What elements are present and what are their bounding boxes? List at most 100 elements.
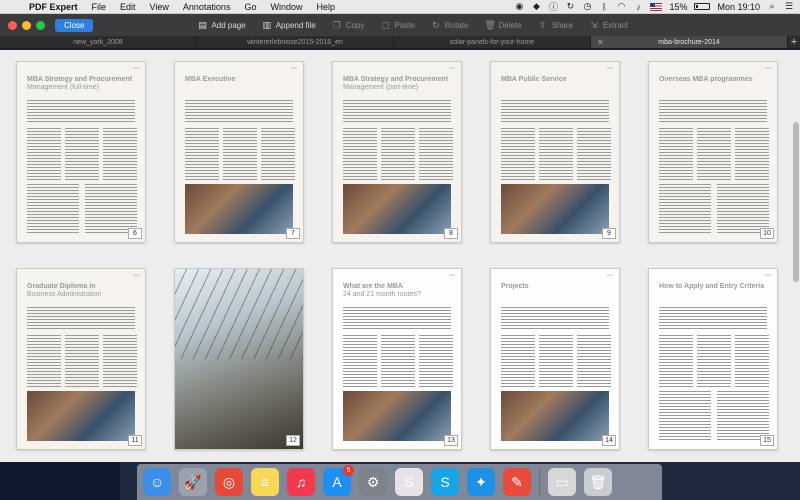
close-button[interactable]: Close (55, 18, 94, 32)
page-running-header: ▪▪▪▪▪▪ (132, 66, 139, 70)
delete-icon: 🗑 (484, 19, 496, 30)
page-running-header: ▪▪▪▪▪▪ (606, 273, 613, 277)
dropbox-icon[interactable]: ◆ (531, 1, 541, 12)
page-thumbnail[interactable]: ▪▪▪▪▪▪ What are the MBA 24 and 21 month ro… (332, 268, 462, 450)
tab-wintererlebnisse[interactable]: wintererlebnisse2015-2016_en (197, 36, 394, 48)
page-text-block (501, 100, 609, 122)
page-title: Overseas MBA programmes (659, 76, 753, 83)
page-text-column (27, 128, 61, 180)
dock-glyph: ≡ (260, 474, 270, 490)
page-text-column (659, 128, 693, 180)
page-photo (343, 391, 451, 441)
tab-new-york-2008[interactable]: new_york_2008 (0, 36, 197, 48)
launchpad-icon[interactable]: 🚀 (179, 468, 207, 496)
trash-icon[interactable]: 🗑 (584, 468, 612, 496)
extract-button[interactable]: ⇲ Extract (589, 20, 628, 31)
time-machine-icon[interactable]: ◷ (582, 1, 592, 12)
page-number-badge: 7 (286, 228, 300, 239)
page-text-block (659, 307, 767, 329)
chrome-icon[interactable]: ◎ (215, 468, 243, 496)
tab-close-icon[interactable]: ✕ (597, 38, 604, 47)
notification-center-icon[interactable]: ☰ (784, 1, 794, 12)
delete-button[interactable]: 🗑 Delete (484, 20, 521, 31)
rotate-button[interactable]: ↻ Rotate (431, 20, 468, 31)
page-thumbnail[interactable]: ▪▪▪▪▪▪ MBA Strategy and Procurement Manage… (332, 61, 462, 243)
battery-percentage[interactable]: 15% (669, 2, 687, 12)
page-text-column (419, 335, 453, 387)
menu-edit[interactable]: Edit (113, 2, 143, 12)
page-thumbnail[interactable]: ▪▪▪▪▪▪ MBA Strategy and Procurement Manage… (16, 61, 146, 243)
page-thumbnail[interactable]: ▪▪▪▪▪▪ Graduate Diploma in Business Admini… (16, 268, 146, 450)
paste-button[interactable]: ▢ Paste (380, 20, 415, 31)
tab-label: new_york_2008 (73, 38, 123, 46)
page-text-column (65, 128, 99, 180)
page-thumbnail[interactable]: ▪▪▪▪▪▪ MBA Public Service 9 (490, 61, 620, 243)
spotlight-icon[interactable]: ⌕ (767, 1, 777, 12)
menu-window[interactable]: Window (263, 2, 309, 12)
menu-annotations[interactable]: Annotations (176, 2, 238, 12)
finder-icon[interactable]: ☺ (143, 468, 171, 496)
page-thumbnail[interactable]: ▪▪▪▪▪▪ Projects 14 (490, 268, 620, 450)
menu-pdf-expert[interactable]: PDF Expert (22, 2, 85, 12)
skype-icon[interactable]: S (431, 468, 459, 496)
tool-label: Share (551, 20, 573, 30)
menu-file[interactable]: File (85, 2, 114, 12)
tab-mba-brochure[interactable]: ✕ mba-brochure-2014 (591, 36, 788, 48)
screen-record-icon[interactable]: ◉ (514, 1, 524, 12)
page-thumbnail[interactable]: ▪▪▪▪▪▪ How to Apply and Entry Criteria 15 (648, 268, 778, 450)
extract-icon: ⇲ (590, 19, 598, 30)
menu-help[interactable]: Help (309, 2, 342, 12)
battery-icon[interactable] (694, 3, 711, 10)
tool-label: Extract (602, 20, 628, 30)
page-thumbnail[interactable]: 12 (174, 268, 304, 450)
notes-icon[interactable]: ≡ (251, 468, 279, 496)
page-text-column (343, 335, 377, 387)
dock-glyph: A (332, 474, 342, 490)
bluetooth-icon[interactable]: ᛒ (599, 2, 609, 12)
close-window-button[interactable] (8, 20, 17, 30)
page-text-column (261, 128, 295, 180)
page-text-block (185, 100, 293, 122)
dock: ☺ 🚀 ◎ ≡ ♫ A 5 ⚙ S S ✦ ✎ ▭ 🗑 (137, 464, 662, 500)
page-text-column (501, 335, 535, 387)
share-button[interactable]: ⇪ Share (538, 20, 573, 31)
window-toolbar: Close ▤ Add page ▥ Append file ❐ Copy ▢ Paste ↻ R… (0, 14, 800, 36)
volume-icon[interactable]: ♪ (633, 2, 643, 12)
tool-label: Append file (275, 20, 316, 30)
pdf-expert-icon[interactable]: ✎ (503, 468, 531, 496)
sync-icon[interactable]: ↻ (565, 1, 575, 12)
menu-go[interactable]: Go (237, 2, 263, 12)
new-tab-button[interactable]: + (788, 36, 800, 48)
copy-button[interactable]: ❐ Copy (332, 20, 365, 31)
page-title: Projects (501, 283, 529, 290)
append-file-button[interactable]: ▥ Append file (262, 20, 316, 31)
menu-bar: PDF Expert File Edit View Annotations Go… (0, 0, 800, 14)
menu-view[interactable]: View (143, 2, 176, 12)
page-thumbnail[interactable]: ▪▪▪▪▪▪ MBA Executive 7 (174, 61, 304, 243)
page-text-column (539, 335, 573, 387)
vertical-scrollbar[interactable] (793, 122, 799, 282)
menubar-clock[interactable]: Mon 19:10 (717, 2, 760, 12)
tab-solar-panels[interactable]: solar-panels-for-your-home (394, 36, 591, 48)
page-number-badge: 12 (286, 435, 300, 446)
system-preferences-icon[interactable]: ⚙ (359, 468, 387, 496)
music-icon[interactable]: ♫ (287, 468, 315, 496)
page-text-block (659, 100, 767, 122)
dock-glyph: ♫ (295, 474, 307, 490)
dock-glyph: S (404, 474, 414, 490)
alert-icon[interactable]: ⓘ (548, 0, 558, 13)
page-photo (501, 184, 609, 234)
add-page-button[interactable]: ▤ Add page (197, 20, 246, 31)
wifi-icon[interactable]: ◠ (616, 1, 626, 12)
safari-icon[interactable]: ✦ (467, 468, 495, 496)
page-thumbnail[interactable]: ▪▪▪▪▪▪ Overseas MBA programmes 10 (648, 61, 778, 243)
input-source-flag-icon[interactable] (650, 2, 663, 11)
page-text-column (223, 128, 257, 180)
minimize-window-button[interactable] (22, 20, 31, 30)
preview-icon[interactable]: ▭ (548, 468, 576, 496)
app-store-icon[interactable]: A5 (323, 465, 354, 496)
page-text-column (659, 391, 711, 441)
tool-label: Paste (394, 20, 415, 30)
slack-icon[interactable]: S (395, 468, 423, 496)
fullscreen-window-button[interactable] (36, 20, 45, 30)
